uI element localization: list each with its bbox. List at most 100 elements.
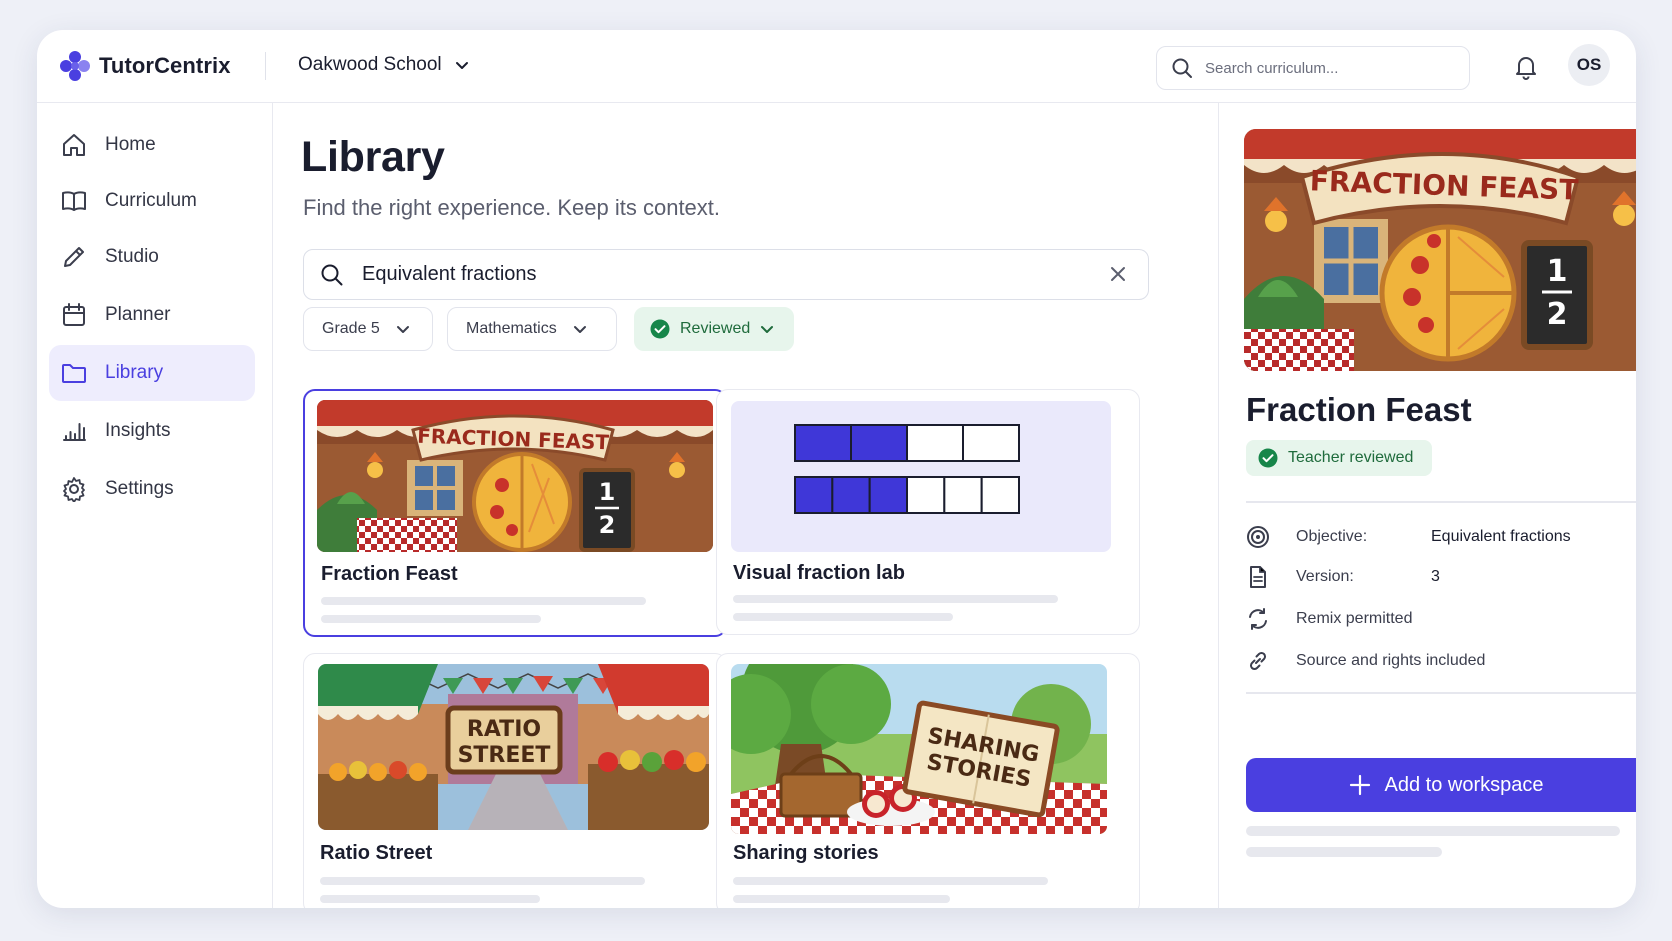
top-bar: TutorCentrix Oakwood School OS: [37, 30, 1636, 103]
gear-icon: [63, 477, 85, 502]
brand[interactable]: TutorCentrix: [59, 50, 231, 82]
bell-icon: [1516, 57, 1536, 80]
sidebar-item-studio[interactable]: Studio: [49, 229, 255, 285]
fraction-cell-row2-4: [906, 476, 946, 514]
page-title: Library: [301, 133, 445, 181]
card-visual-fraction-lab[interactable]: Visual fraction lab: [716, 389, 1140, 635]
library-search[interactable]: [303, 249, 1149, 300]
avatar[interactable]: OS: [1568, 44, 1610, 86]
calendar-icon: [63, 303, 85, 326]
check-circle-icon: [1258, 448, 1278, 468]
detail-title: Fraction Feast: [1246, 391, 1472, 428]
add-to-workspace-button[interactable]: Add to workspace: [1246, 758, 1636, 812]
link-icon: [1249, 651, 1267, 671]
fraction-bars: [794, 424, 1021, 514]
fraction-cell-row1-2: [850, 424, 908, 462]
sidebar-item-label: Insights: [105, 420, 171, 441]
fraction-cell-row1-4: [962, 424, 1020, 462]
close-icon[interactable]: [1108, 264, 1128, 284]
bar-chart-icon: [63, 423, 86, 441]
meta-value: Equivalent fractions: [1431, 528, 1571, 545]
curriculum-search[interactable]: [1156, 46, 1470, 90]
fraction-cell-row2-6: [980, 476, 1021, 514]
brand-name: TutorCentrix: [99, 53, 231, 78]
logo-icon: [60, 51, 90, 81]
status-badge: Teacher reviewed: [1246, 440, 1433, 476]
chevron-down-icon: [573, 326, 586, 333]
card-sharing-stories[interactable]: SHARING STORIES Sharing stories: [716, 653, 1140, 908]
sidebar-item-home[interactable]: Home: [49, 117, 255, 173]
sidebar-item-label: Home: [105, 134, 156, 155]
filter-label: Reviewed: [680, 320, 751, 337]
sidebar-item-curriculum[interactable]: Curriculum: [49, 173, 255, 229]
badge-label: Teacher reviewed: [1288, 449, 1414, 466]
folder-icon: [62, 364, 86, 383]
plus-icon: [1349, 774, 1370, 796]
curriculum-search-input[interactable]: [1205, 59, 1445, 77]
meta-objective: Objective: Equivalent fractions: [1246, 525, 1571, 549]
detail-panel: 1 2 FRACTION FEAST Fraction Feast Teache…: [1219, 103, 1636, 908]
fraction-cell-row1-1: [794, 424, 852, 462]
fraction-cell-row2-5: [943, 476, 983, 514]
filter-label: Grade 5: [322, 320, 380, 337]
fraction-cell-row2-1: [794, 476, 834, 514]
school-selector[interactable]: Oakwood School: [298, 54, 470, 76]
card-title: Fraction Feast: [321, 563, 458, 585]
card-placeholder-bar: [733, 895, 950, 903]
library-search-input[interactable]: [362, 263, 1082, 286]
card-ratio-street[interactable]: RATIO STREET Ratio Street: [303, 653, 727, 908]
divider: [1246, 501, 1636, 503]
meta-label: Remix permitted: [1296, 610, 1413, 627]
card-fraction-feast[interactable]: 1 2 FRACTION FEAST Fraction Feast: [303, 389, 727, 637]
chevron-down-icon: [455, 62, 468, 69]
fraction-feast-thumbnail: 1 2 FRACTION FEAST: [317, 400, 713, 552]
card-placeholder-bar: [733, 877, 1048, 885]
meta-label: Source and rights included: [1296, 652, 1486, 669]
fraction-cell-row1-3: [906, 424, 964, 462]
meta-version: Version: 3: [1246, 565, 1440, 589]
divider: [1246, 692, 1636, 694]
sidebar-item-settings[interactable]: Settings: [49, 461, 255, 517]
fraction-cell-row2-2: [831, 476, 871, 514]
header-divider: [265, 52, 266, 80]
search-icon: [321, 264, 343, 285]
hero-fraction-numerator: 1: [1547, 254, 1568, 289]
filter-reviewed[interactable]: Reviewed: [634, 307, 794, 351]
filter-grade[interactable]: Grade 5: [303, 307, 433, 351]
card-title: Visual fraction lab: [733, 562, 905, 584]
filter-subject[interactable]: Mathematics: [447, 307, 617, 351]
document-icon: [1250, 566, 1266, 588]
filter-label: Mathematics: [466, 320, 557, 337]
page-subtitle: Find the right experience. Keep its cont…: [303, 195, 721, 220]
notifications-button[interactable]: [1514, 54, 1538, 85]
sidebar-item-label: Settings: [105, 478, 174, 499]
card-thumb-sign: RATIO: [467, 717, 541, 742]
meta-source: Source and rights included: [1246, 649, 1485, 673]
meta-label: Objective:: [1296, 528, 1368, 545]
library-main: Library Find the right experience. Keep …: [273, 103, 1219, 908]
sidebar-item-label: Planner: [105, 304, 171, 325]
book-icon: [62, 191, 86, 211]
sidebar-item-insights[interactable]: Insights: [49, 403, 255, 459]
card-placeholder-bar: [321, 597, 646, 605]
chevron-down-icon: [761, 326, 774, 333]
sidebar-item-label: Library: [105, 362, 164, 383]
sidebar-item-library[interactable]: Library: [49, 345, 255, 401]
card-placeholder-bar: [321, 615, 541, 623]
card-title: Sharing stories: [733, 842, 879, 864]
fraction-numerator: 1: [599, 478, 616, 506]
app-window: TutorCentrix Oakwood School OS Home Curr…: [37, 30, 1636, 908]
meta-value: 3: [1431, 568, 1440, 585]
chevron-down-icon: [396, 326, 409, 333]
meta-remix: Remix permitted: [1246, 607, 1412, 631]
search-icon: [1172, 58, 1192, 78]
sharing-stories-thumbnail: SHARING STORIES: [731, 664, 1107, 834]
remix-icon: [1249, 608, 1267, 630]
detail-placeholder-bar: [1246, 826, 1620, 836]
detail-placeholder-bar: [1246, 847, 1442, 857]
sidebar-item-planner[interactable]: Planner: [49, 287, 255, 343]
home-icon: [63, 134, 85, 156]
card-placeholder-bar: [320, 895, 540, 903]
ratio-street-thumbnail: RATIO STREET: [318, 664, 709, 830]
visual-fraction-lab-thumbnail: [731, 401, 1111, 552]
